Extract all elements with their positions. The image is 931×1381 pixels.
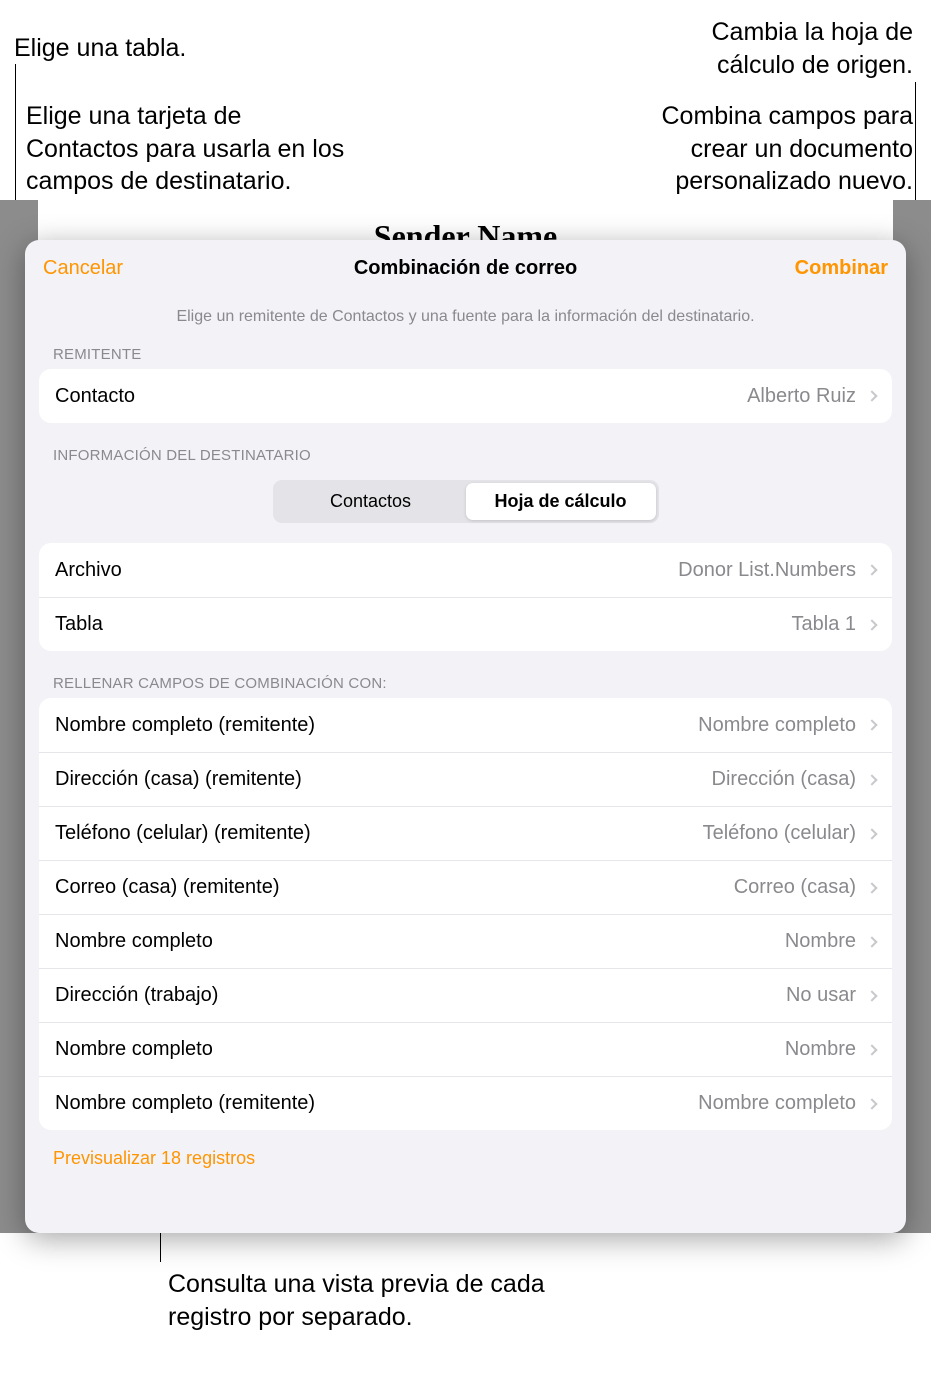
section-label-recipient-info: INFORMACIÓN DEL DESTINATARIO xyxy=(25,447,906,470)
sheet-header: Cancelar Combinación de correo Combinar xyxy=(25,240,906,296)
merge-field-row[interactable]: Nombre completo (remitente) Nombre compl… xyxy=(39,1076,892,1130)
mail-merge-sheet: Cancelar Combinación de correo Combinar … xyxy=(25,240,906,1233)
file-row-label: Archivo xyxy=(55,559,122,582)
chevron-right-icon xyxy=(866,774,877,785)
merge-field-row[interactable]: Nombre completo (remitente) Nombre compl… xyxy=(39,698,892,752)
merge-field-value: Correo (casa) xyxy=(734,876,856,899)
contact-row-value: Alberto Ruiz xyxy=(747,385,856,408)
chevron-right-icon xyxy=(866,564,877,575)
callout-change-spreadsheet: Cambia la hoja de cálculo de origen. xyxy=(633,16,913,81)
merge-field-row[interactable]: Nombre completo Nombre xyxy=(39,1022,892,1076)
chevron-right-icon xyxy=(866,390,877,401)
callout-choose-table: Elige una tabla. xyxy=(14,32,186,65)
merge-field-row[interactable]: Teléfono (celular) (remitente) Teléfono … xyxy=(39,806,892,860)
chevron-right-icon xyxy=(866,882,877,893)
callout-combine-fields: Combina campos para crear un documento p… xyxy=(603,100,913,198)
merge-field-value: Nombre xyxy=(785,930,856,953)
table-row-value: Tabla 1 xyxy=(792,613,857,636)
file-row[interactable]: Archivo Donor List.Numbers xyxy=(39,543,892,597)
merge-field-label: Dirección (trabajo) xyxy=(55,984,218,1007)
cancel-button[interactable]: Cancelar xyxy=(25,240,141,296)
merge-field-label: Nombre completo (remitente) xyxy=(55,1092,315,1115)
merge-field-label: Dirección (casa) (remitente) xyxy=(55,768,302,791)
section-label-fill-fields: RELLENAR CAMPOS DE COMBINACIÓN CON: xyxy=(25,675,906,698)
sheet-subtitle: Elige un remitente de Contactos y una fu… xyxy=(25,296,906,346)
merge-field-row[interactable]: Dirección (trabajo) No usar xyxy=(39,968,892,1022)
merge-field-label: Nombre completo (remitente) xyxy=(55,714,315,737)
merge-field-label: Teléfono (celular) (remitente) xyxy=(55,822,311,845)
combine-button[interactable]: Combinar xyxy=(777,240,906,296)
merge-field-label: Nombre completo xyxy=(55,1038,213,1061)
segment-contacts[interactable]: Contactos xyxy=(276,483,466,520)
contact-row[interactable]: Contacto Alberto Ruiz xyxy=(39,369,892,423)
merge-fields-group: Nombre completo (remitente) Nombre compl… xyxy=(39,698,892,1130)
merge-field-value: Dirección (casa) xyxy=(712,768,856,791)
contact-row-label: Contacto xyxy=(55,385,135,408)
merge-field-label: Nombre completo xyxy=(55,930,213,953)
preview-records-link[interactable]: Previsualizar 18 registros xyxy=(25,1138,906,1169)
segment-spreadsheet[interactable]: Hoja de cálculo xyxy=(466,483,656,520)
file-row-value: Donor List.Numbers xyxy=(678,559,856,582)
section-label-sender: REMITENTE xyxy=(25,346,906,369)
merge-field-value: No usar xyxy=(786,984,856,1007)
chevron-right-icon xyxy=(866,1098,877,1109)
source-segmented-control: Contactos Hoja de cálculo xyxy=(25,470,906,543)
chevron-right-icon xyxy=(866,936,877,947)
chevron-right-icon xyxy=(866,719,877,730)
chevron-right-icon xyxy=(866,1044,877,1055)
merge-field-row[interactable]: Dirección (casa) (remitente) Dirección (… xyxy=(39,752,892,806)
merge-field-row[interactable]: Correo (casa) (remitente) Correo (casa) xyxy=(39,860,892,914)
chevron-right-icon xyxy=(866,619,877,630)
merge-field-value: Nombre completo xyxy=(698,1092,856,1115)
spreadsheet-group: Archivo Donor List.Numbers Tabla Tabla 1 xyxy=(39,543,892,651)
merge-field-row[interactable]: Nombre completo Nombre xyxy=(39,914,892,968)
sender-group: Contacto Alberto Ruiz xyxy=(39,369,892,423)
callout-preview-records: Consulta una vista previa de cada regist… xyxy=(168,1268,548,1333)
sheet-title: Combinación de correo xyxy=(354,257,577,280)
chevron-right-icon xyxy=(866,990,877,1001)
merge-field-label: Correo (casa) (remitente) xyxy=(55,876,280,899)
merge-field-value: Teléfono (celular) xyxy=(703,822,856,845)
table-row-label: Tabla xyxy=(55,613,103,636)
merge-field-value: Nombre xyxy=(785,1038,856,1061)
chevron-right-icon xyxy=(866,828,877,839)
table-row[interactable]: Tabla Tabla 1 xyxy=(39,597,892,651)
merge-field-value: Nombre completo xyxy=(698,714,856,737)
callout-choose-contact-card: Elige una tarjeta de Contactos para usar… xyxy=(26,100,356,198)
